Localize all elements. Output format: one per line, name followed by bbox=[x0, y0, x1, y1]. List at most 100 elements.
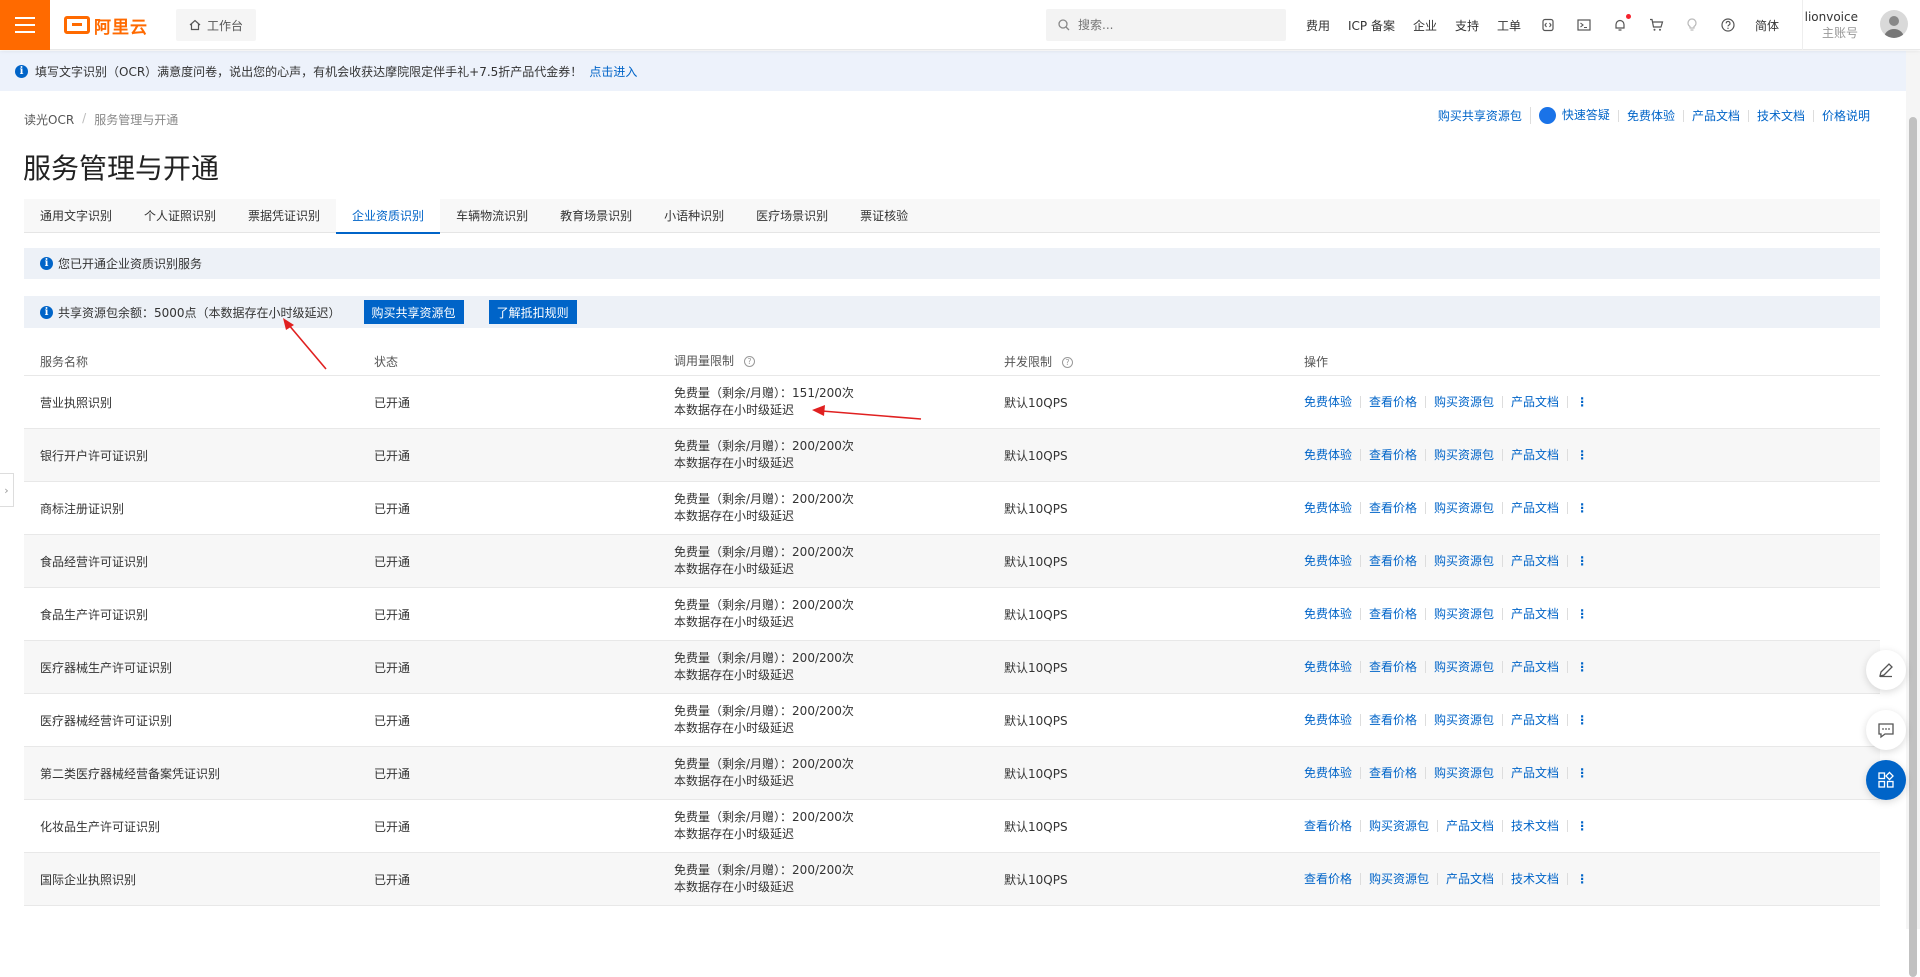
row-action-link[interactable]: 查看价格 bbox=[1304, 820, 1360, 832]
row-action-link[interactable]: 购买资源包 bbox=[1425, 502, 1502, 514]
tab-education[interactable]: 教育场景识别 bbox=[544, 199, 648, 233]
row-action-link[interactable]: 查看价格 bbox=[1360, 608, 1425, 620]
row-action-link[interactable]: 购买资源包 bbox=[1360, 820, 1437, 832]
tab-verification[interactable]: 票证核验 bbox=[844, 199, 924, 233]
row-action-link[interactable]: 购买资源包 bbox=[1360, 873, 1437, 885]
side-expand-handle[interactable]: › bbox=[0, 473, 14, 507]
row-action-link[interactable]: 查看价格 bbox=[1360, 767, 1425, 779]
row-action-link[interactable]: 技术文档 bbox=[1502, 820, 1567, 832]
language-switch[interactable]: 简体 bbox=[1746, 17, 1788, 34]
nav-ticket[interactable]: 工单 bbox=[1488, 17, 1530, 34]
question-icon[interactable]: ? bbox=[744, 356, 756, 367]
aliyun-logo[interactable]: 阿里云 bbox=[64, 13, 148, 38]
row-action-link[interactable]: 免费体验 bbox=[1304, 608, 1360, 620]
more-actions-icon[interactable]: ⋮ bbox=[1567, 396, 1588, 408]
row-action-link[interactable]: 产品文档 bbox=[1502, 449, 1567, 461]
breadcrumb-root[interactable]: 读光OCR bbox=[24, 111, 74, 128]
nav-icp[interactable]: ICP 备案 bbox=[1339, 17, 1404, 34]
quota-text: 免费量（剩余/月赠）：200/200次 bbox=[674, 492, 854, 506]
more-actions-icon[interactable]: ⋮ bbox=[1567, 449, 1588, 461]
row-action-link[interactable]: 产品文档 bbox=[1502, 661, 1567, 673]
row-action-link[interactable]: 查看价格 bbox=[1360, 502, 1425, 514]
tab-vehicle[interactable]: 车辆物流识别 bbox=[440, 199, 544, 233]
row-action-link[interactable]: 产品文档 bbox=[1502, 396, 1567, 408]
row-action-link[interactable]: 购买资源包 bbox=[1425, 555, 1502, 567]
table-row: 医疗器械经营许可证识别 已开通 免费量（剩余/月赠）：200/200次 本数据存… bbox=[24, 694, 1880, 747]
row-action-link[interactable]: 购买资源包 bbox=[1425, 608, 1502, 620]
row-action-link[interactable]: 查看价格 bbox=[1304, 873, 1360, 885]
tab-receipt[interactable]: 票据凭证识别 bbox=[232, 199, 336, 233]
notice-link[interactable]: 点击进入 bbox=[589, 63, 637, 80]
question-icon[interactable]: ? bbox=[1062, 357, 1074, 368]
tab-minor-language[interactable]: 小语种识别 bbox=[648, 199, 740, 233]
lightbulb-icon[interactable] bbox=[1683, 16, 1701, 34]
row-action-link[interactable]: 产品文档 bbox=[1502, 767, 1567, 779]
row-action-link[interactable]: 免费体验 bbox=[1304, 714, 1360, 726]
table-row: 食品生产许可证识别 已开通 免费量（剩余/月赠）：200/200次 本数据存在小… bbox=[24, 588, 1880, 641]
edit-float-icon[interactable] bbox=[1866, 650, 1906, 690]
row-action-link[interactable]: 查看价格 bbox=[1360, 449, 1425, 461]
more-actions-icon[interactable]: ⋮ bbox=[1567, 767, 1588, 779]
row-action-link[interactable]: 产品文档 bbox=[1437, 820, 1502, 832]
row-action-link[interactable]: 查看价格 bbox=[1360, 714, 1425, 726]
quick-answer-link[interactable]: 快速答疑 bbox=[1529, 107, 1618, 124]
scrollbar-thumb[interactable] bbox=[1909, 117, 1917, 977]
row-action-link[interactable]: 购买资源包 bbox=[1425, 714, 1502, 726]
deduction-rules-button[interactable]: 了解抵扣规则 bbox=[488, 300, 577, 324]
tab-personal-id[interactable]: 个人证照识别 bbox=[128, 199, 232, 233]
row-action-link[interactable]: 免费体验 bbox=[1304, 555, 1360, 567]
nav-support[interactable]: 支持 bbox=[1446, 17, 1488, 34]
more-actions-icon[interactable]: ⋮ bbox=[1567, 714, 1588, 726]
terminal-icon[interactable] bbox=[1575, 16, 1593, 34]
row-action-link[interactable]: 免费体验 bbox=[1304, 661, 1360, 673]
row-action-link[interactable]: 购买资源包 bbox=[1425, 396, 1502, 408]
feedback-float-icon[interactable] bbox=[1866, 710, 1906, 750]
workbench-button[interactable]: 工作台 bbox=[176, 9, 256, 41]
nav-fee[interactable]: 费用 bbox=[1297, 17, 1339, 34]
help-icon[interactable] bbox=[1719, 16, 1737, 34]
hamburger-menu-icon[interactable] bbox=[0, 0, 50, 50]
more-actions-icon[interactable]: ⋮ bbox=[1567, 661, 1588, 673]
row-action-link[interactable]: 免费体验 bbox=[1304, 502, 1360, 514]
row-action-link[interactable]: 查看价格 bbox=[1360, 661, 1425, 673]
page-scrollbar[interactable] bbox=[1906, 51, 1920, 977]
free-trial-link[interactable]: 免费体验 bbox=[1617, 109, 1683, 122]
search-input[interactable] bbox=[1078, 18, 1268, 32]
more-actions-icon[interactable]: ⋮ bbox=[1567, 820, 1588, 832]
pricing-link[interactable]: 价格说明 bbox=[1812, 109, 1878, 122]
row-action-link[interactable]: 免费体验 bbox=[1304, 396, 1360, 408]
row-action-link[interactable]: 购买资源包 bbox=[1425, 767, 1502, 779]
bell-icon[interactable] bbox=[1611, 14, 1632, 34]
row-action-link[interactable]: 技术文档 bbox=[1502, 873, 1567, 885]
search-box[interactable] bbox=[1046, 9, 1286, 41]
row-action-link[interactable]: 购买资源包 bbox=[1425, 661, 1502, 673]
user-info[interactable]: lionvoice 主账号 bbox=[1805, 9, 1858, 41]
quick-answer-label: 快速答疑 bbox=[1561, 108, 1610, 122]
buy-shared-package-button[interactable]: 购买共享资源包 bbox=[363, 300, 464, 324]
code-icon[interactable] bbox=[1539, 16, 1557, 34]
apps-float-icon[interactable] bbox=[1866, 760, 1906, 800]
cart-icon[interactable] bbox=[1647, 16, 1665, 34]
tab-general-ocr[interactable]: 通用文字识别 bbox=[24, 199, 128, 233]
row-action-link[interactable]: 产品文档 bbox=[1502, 555, 1567, 567]
row-action-link[interactable]: 免费体验 bbox=[1304, 767, 1360, 779]
product-doc-link[interactable]: 产品文档 bbox=[1682, 109, 1748, 122]
row-action-link[interactable]: 免费体验 bbox=[1304, 449, 1360, 461]
row-action-link[interactable]: 产品文档 bbox=[1502, 608, 1567, 620]
tech-doc-link[interactable]: 技术文档 bbox=[1747, 109, 1813, 122]
row-action-link[interactable]: 产品文档 bbox=[1437, 873, 1502, 885]
row-action-link[interactable]: 购买资源包 bbox=[1425, 449, 1502, 461]
row-action-link[interactable]: 查看价格 bbox=[1360, 396, 1425, 408]
more-actions-icon[interactable]: ⋮ bbox=[1567, 608, 1588, 620]
buy-shared-package-link[interactable]: 购买共享资源包 bbox=[1430, 110, 1530, 122]
tab-medical[interactable]: 医疗场景识别 bbox=[740, 199, 844, 233]
more-actions-icon[interactable]: ⋮ bbox=[1567, 873, 1588, 885]
more-actions-icon[interactable]: ⋮ bbox=[1567, 502, 1588, 514]
row-action-link[interactable]: 产品文档 bbox=[1502, 502, 1567, 514]
row-action-link[interactable]: 产品文档 bbox=[1502, 714, 1567, 726]
nav-enterprise[interactable]: 企业 bbox=[1404, 17, 1446, 34]
more-actions-icon[interactable]: ⋮ bbox=[1567, 555, 1588, 567]
tab-enterprise[interactable]: 企业资质识别 bbox=[336, 199, 441, 234]
avatar[interactable] bbox=[1880, 10, 1908, 38]
row-action-link[interactable]: 查看价格 bbox=[1360, 555, 1425, 567]
